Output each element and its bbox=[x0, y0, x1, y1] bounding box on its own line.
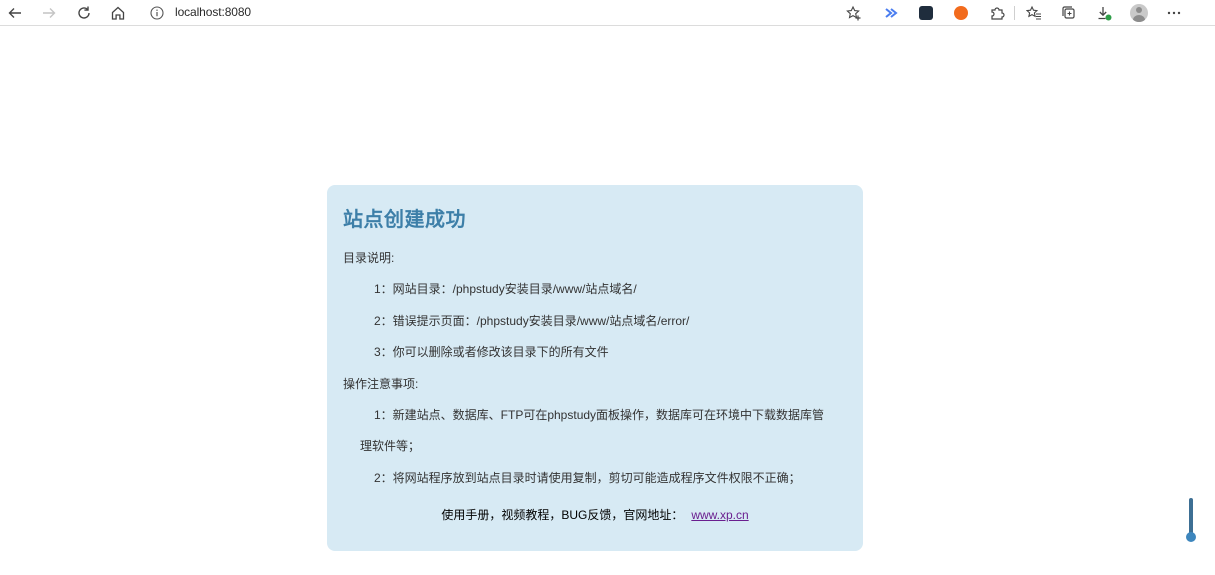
forward-arrow-icon[interactable] bbox=[38, 2, 60, 24]
page-title: 站点创建成功 bbox=[343, 209, 466, 231]
profile-avatar[interactable] bbox=[1130, 4, 1148, 22]
extensions-puzzle-icon[interactable] bbox=[986, 2, 1008, 24]
info-icon[interactable] bbox=[148, 4, 166, 22]
home-icon[interactable] bbox=[107, 2, 129, 24]
notes-item: 2：将网站程序放到站点目录时请使用复制，剪切可能造成程序文件权限不正确； bbox=[374, 471, 801, 485]
favorites-icon[interactable] bbox=[1023, 2, 1045, 24]
download-icon[interactable] bbox=[1093, 2, 1115, 24]
collections-icon[interactable] bbox=[1058, 2, 1080, 24]
extension-dark-icon[interactable] bbox=[919, 6, 933, 20]
back-arrow-icon[interactable] bbox=[4, 2, 26, 24]
directory-item: 2：错误提示页面：/phpstudy安装目录/www/站点域名/error/ bbox=[374, 314, 690, 328]
extension-orange-icon[interactable] bbox=[954, 6, 968, 20]
add-favorite-icon[interactable] bbox=[843, 2, 865, 24]
refresh-icon[interactable] bbox=[73, 2, 95, 24]
notes-item: 1：新建站点、数据库、FTP可在phpstudy面板操作，数据库可在环境中下载数… bbox=[374, 408, 825, 422]
official-site-link[interactable]: www.xp.cn bbox=[691, 508, 748, 522]
scroll-indicator[interactable] bbox=[1186, 498, 1196, 544]
more-icon[interactable] bbox=[1163, 2, 1185, 24]
success-card: 站点创建成功 目录说明: 1：网站目录：/phpstudy安装目录/www/站点… bbox=[327, 185, 863, 551]
notes-item-continued: 理软件等； bbox=[360, 439, 421, 453]
extension-blue-icon[interactable] bbox=[884, 6, 898, 20]
browser-toolbar: localhost:8080 bbox=[0, 0, 1215, 26]
footer-links: 使用手册，视频教程，BUG反馈，官网地址： www.xp.cn bbox=[327, 506, 863, 523]
directory-heading: 目录说明: bbox=[343, 251, 395, 265]
address-bar[interactable]: localhost:8080 bbox=[175, 5, 251, 19]
directory-item: 1：网站目录：/phpstudy安装目录/www/站点域名/ bbox=[374, 282, 637, 296]
toolbar-divider bbox=[1014, 6, 1015, 20]
directory-item: 3：你可以删除或者修改该目录下的所有文件 bbox=[374, 345, 609, 359]
notes-heading: 操作注意事项: bbox=[343, 377, 419, 391]
footer-text: 使用手册，视频教程，BUG反馈，官网地址： bbox=[441, 508, 684, 522]
scroll-indicator-bulb bbox=[1186, 532, 1196, 542]
